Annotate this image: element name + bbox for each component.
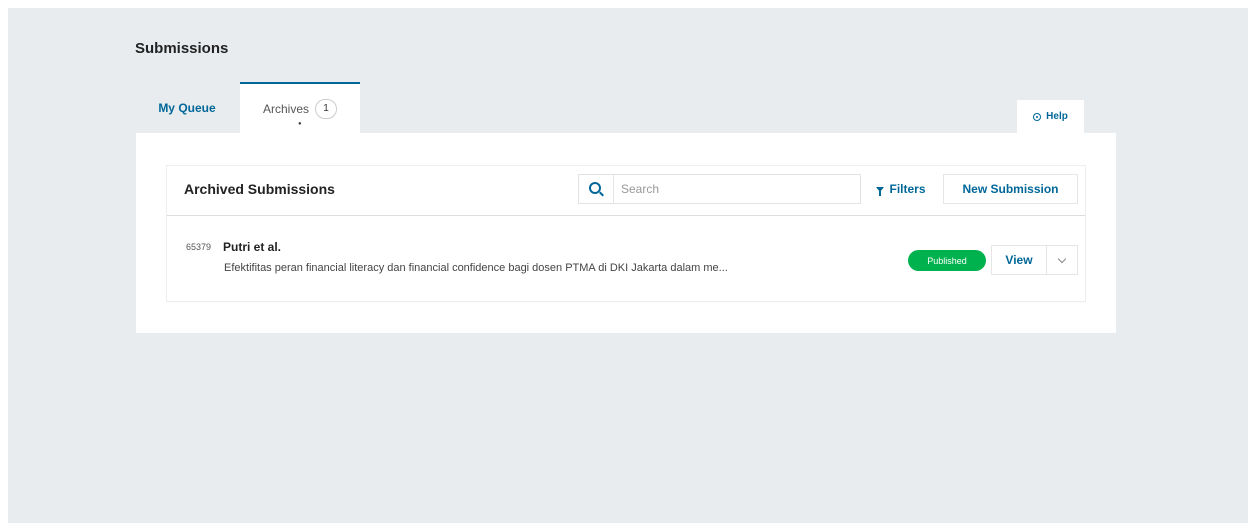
archived-submissions-list: Archived Submissions Filters New Submiss…: [167, 166, 1085, 301]
expand-row-button[interactable]: [1046, 245, 1078, 275]
submission-id: 65379: [186, 242, 212, 252]
help-icon: [1033, 112, 1042, 121]
help-button[interactable]: Help: [1017, 100, 1084, 133]
submission-title: Efektifitas peran financial literacy dan…: [224, 262, 728, 274]
tab-archives-count: 1: [315, 98, 337, 119]
help-label: Help: [1046, 111, 1068, 122]
new-submission-button[interactable]: New Submission: [943, 174, 1078, 204]
tab-archives-label: Archives: [262, 101, 309, 116]
search-box: [578, 174, 861, 204]
submission-author: Putri et al.: [223, 240, 282, 254]
tab-my-queue-label: My Queue: [158, 100, 216, 115]
filter-icon: [876, 186, 885, 196]
view-button[interactable]: View: [991, 245, 1046, 275]
chevron-down-icon: [1057, 254, 1067, 263]
filters-button[interactable]: Filters: [867, 174, 935, 204]
page-background: Submissions My Queue Archives 1 ● Help A…: [8, 8, 1248, 523]
page-title: Submissions: [135, 40, 229, 57]
archives-panel: Archived Submissions Filters New Submiss…: [136, 133, 1116, 333]
search-input[interactable]: [621, 179, 851, 199]
list-header: Archived Submissions Filters New Submiss…: [167, 166, 1085, 216]
search-icon-box: [579, 175, 614, 203]
list-title: Archived Submissions: [184, 181, 335, 197]
active-tab-indicator-icon: ●: [298, 121, 302, 127]
tab-archives[interactable]: Archives 1 ●: [240, 82, 360, 133]
list-item: 65379 Putri et al. Efektifitas peran fin…: [167, 216, 1085, 301]
status-badge: Published: [908, 250, 986, 271]
filters-label: Filters: [889, 182, 926, 196]
tab-my-queue[interactable]: My Queue: [136, 82, 238, 133]
search-icon: [589, 182, 601, 194]
